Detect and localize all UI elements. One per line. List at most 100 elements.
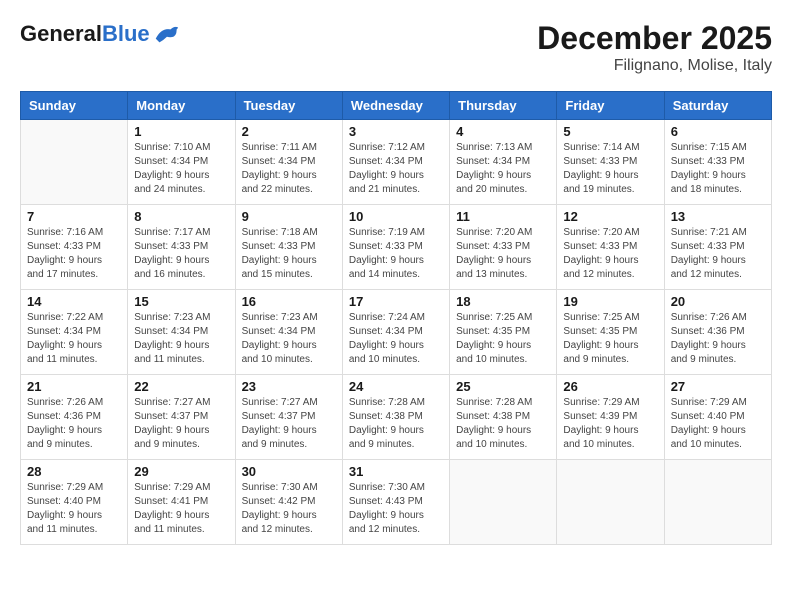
day-number: 23 [242,379,336,394]
day-number: 24 [349,379,443,394]
week-row-4: 21 Sunrise: 7:26 AM Sunset: 4:36 PM Dayli… [21,375,772,460]
day-number: 18 [456,294,550,309]
page-header: GeneralBlue December 2025 Filignano, Mol… [20,20,772,75]
calendar-cell [557,460,664,545]
day-info: Sunrise: 7:29 AM Sunset: 4:39 PM Dayligh… [563,396,657,452]
calendar-cell: 12Sunrise: 7:20 AM Sunset: 4:33 PM Dayli… [557,205,664,290]
column-header-tuesday: Tuesday [235,92,342,120]
day-number: 15 [134,294,228,309]
week-row-1: 1 Sunrise: 7:10 AM Sunset: 4:34 PM Daylig… [21,120,772,205]
calendar-cell: 11Sunrise: 7:20 AM Sunset: 4:33 PM Dayli… [450,205,557,290]
day-info: Sunrise: 7:29 AM Sunset: 4:40 PM Dayligh… [671,396,765,452]
day-number: 10 [349,209,443,224]
location-title: Filignano, Molise, Italy [537,57,772,75]
calendar-cell [664,460,771,545]
calendar-cell: 23Sunrise: 7:27 AM Sunset: 4:37 PM Dayli… [235,375,342,460]
day-number: 20 [671,294,765,309]
calendar-table: SundayMondayTuesdayWednesdayThursdayFrid… [20,91,772,545]
calendar-cell: 15 Sunrise: 7:23 AM Sunset: 4:34 PM Dayli… [128,290,235,375]
calendar-cell: 30Sunrise: 7:30 AM Sunset: 4:42 PM Dayli… [235,460,342,545]
logo: GeneralBlue [20,20,180,48]
day-number: 6 [671,124,765,139]
calendar-cell [450,460,557,545]
day-info: Sunrise: 7:27 AM Sunset: 4:37 PM Dayligh… [134,396,228,452]
calendar-cell [21,120,128,205]
day-info: Sunrise: 7:11 AM Sunset: 4:34 PM Dayligh… [242,141,336,197]
day-info: Sunrise: 7:19 AM Sunset: 4:33 PM Dayligh… [349,226,443,282]
column-header-wednesday: Wednesday [342,92,449,120]
day-info: Sunrise: 7:22 AM Sunset: 4:34 PM Dayligh… [27,311,121,367]
day-info: Sunrise: 7:17 AM Sunset: 4:33 PM Dayligh… [134,226,228,282]
week-row-2: 7 Sunrise: 7:16 AM Sunset: 4:33 PM Daylig… [21,205,772,290]
calendar-cell: 22 Sunrise: 7:27 AM Sunset: 4:37 PM Dayli… [128,375,235,460]
day-info: Sunrise: 7:25 AM Sunset: 4:35 PM Dayligh… [563,311,657,367]
calendar-cell: 7 Sunrise: 7:16 AM Sunset: 4:33 PM Daylig… [21,205,128,290]
calendar-cell: 29 Sunrise: 7:29 AM Sunset: 4:41 PM Dayli… [128,460,235,545]
day-number: 9 [242,209,336,224]
day-number: 7 [27,209,121,224]
day-info: Sunrise: 7:20 AM Sunset: 4:33 PM Dayligh… [456,226,550,282]
day-number: 14 [27,294,121,309]
day-info: Sunrise: 7:23 AM Sunset: 4:34 PM Dayligh… [242,311,336,367]
calendar-cell: 25 Sunrise: 7:28 AM Sunset: 4:38 PM Dayli… [450,375,557,460]
logo-general-text: GeneralBlue [20,21,150,47]
week-row-3: 14 Sunrise: 7:22 AM Sunset: 4:34 PM Dayli… [21,290,772,375]
day-info: Sunrise: 7:26 AM Sunset: 4:36 PM Dayligh… [27,396,121,452]
day-number: 4 [456,124,550,139]
day-info: Sunrise: 7:28 AM Sunset: 4:38 PM Dayligh… [456,396,550,452]
day-info: Sunrise: 7:25 AM Sunset: 4:35 PM Dayligh… [456,311,550,367]
day-number: 5 [563,124,657,139]
calendar-cell: 24 Sunrise: 7:28 AM Sunset: 4:38 PM Dayli… [342,375,449,460]
calendar-cell: 20 Sunrise: 7:26 AM Sunset: 4:36 PM Dayli… [664,290,771,375]
day-number: 16 [242,294,336,309]
day-info: Sunrise: 7:26 AM Sunset: 4:36 PM Dayligh… [671,311,765,367]
calendar-cell: 27 Sunrise: 7:29 AM Sunset: 4:40 PM Dayli… [664,375,771,460]
day-number: 26 [563,379,657,394]
day-number: 21 [27,379,121,394]
day-number: 8 [134,209,228,224]
day-number: 19 [563,294,657,309]
day-number: 27 [671,379,765,394]
day-number: 3 [349,124,443,139]
day-info: Sunrise: 7:13 AM Sunset: 4:34 PM Dayligh… [456,141,550,197]
calendar-cell: 31 Sunrise: 7:30 AM Sunset: 4:43 PM Dayli… [342,460,449,545]
calendar-cell: 14 Sunrise: 7:22 AM Sunset: 4:34 PM Dayli… [21,290,128,375]
day-info: Sunrise: 7:14 AM Sunset: 4:33 PM Dayligh… [563,141,657,197]
day-info: Sunrise: 7:21 AM Sunset: 4:33 PM Dayligh… [671,226,765,282]
day-info: Sunrise: 7:30 AM Sunset: 4:43 PM Dayligh… [349,481,443,537]
calendar-cell: 21 Sunrise: 7:26 AM Sunset: 4:36 PM Dayli… [21,375,128,460]
calendar-cell: 19 Sunrise: 7:25 AM Sunset: 4:35 PM Dayli… [557,290,664,375]
calendar-cell: 6 Sunrise: 7:15 AM Sunset: 4:33 PM Daylig… [664,120,771,205]
day-number: 28 [27,464,121,479]
day-number: 2 [242,124,336,139]
day-number: 22 [134,379,228,394]
calendar-cell: 8 Sunrise: 7:17 AM Sunset: 4:33 PM Daylig… [128,205,235,290]
day-info: Sunrise: 7:30 AM Sunset: 4:42 PM Dayligh… [242,481,336,537]
day-info: Sunrise: 7:23 AM Sunset: 4:34 PM Dayligh… [134,311,228,367]
month-title: December 2025 [537,20,772,57]
day-info: Sunrise: 7:15 AM Sunset: 4:33 PM Dayligh… [671,141,765,197]
column-header-friday: Friday [557,92,664,120]
calendar-cell: 18 Sunrise: 7:25 AM Sunset: 4:35 PM Dayli… [450,290,557,375]
day-info: Sunrise: 7:12 AM Sunset: 4:34 PM Dayligh… [349,141,443,197]
day-info: Sunrise: 7:18 AM Sunset: 4:33 PM Dayligh… [242,226,336,282]
calendar-cell: 13Sunrise: 7:21 AM Sunset: 4:33 PM Dayli… [664,205,771,290]
day-info: Sunrise: 7:29 AM Sunset: 4:41 PM Dayligh… [134,481,228,537]
day-number: 31 [349,464,443,479]
day-info: Sunrise: 7:16 AM Sunset: 4:33 PM Dayligh… [27,226,121,282]
day-info: Sunrise: 7:29 AM Sunset: 4:40 PM Dayligh… [27,481,121,537]
calendar-cell: 28 Sunrise: 7:29 AM Sunset: 4:40 PM Dayli… [21,460,128,545]
column-header-saturday: Saturday [664,92,771,120]
calendar-cell: 16 Sunrise: 7:23 AM Sunset: 4:34 PM Dayli… [235,290,342,375]
day-number: 12 [563,209,657,224]
day-info: Sunrise: 7:24 AM Sunset: 4:34 PM Dayligh… [349,311,443,367]
day-number: 29 [134,464,228,479]
calendar-cell: 26 Sunrise: 7:29 AM Sunset: 4:39 PM Dayli… [557,375,664,460]
day-number: 1 [134,124,228,139]
day-info: Sunrise: 7:28 AM Sunset: 4:38 PM Dayligh… [349,396,443,452]
day-number: 25 [456,379,550,394]
calendar-header-row: SundayMondayTuesdayWednesdayThursdayFrid… [21,92,772,120]
calendar-cell: 3 Sunrise: 7:12 AM Sunset: 4:34 PM Daylig… [342,120,449,205]
day-info: Sunrise: 7:10 AM Sunset: 4:34 PM Dayligh… [134,141,228,197]
title-block: December 2025 Filignano, Molise, Italy [537,20,772,75]
